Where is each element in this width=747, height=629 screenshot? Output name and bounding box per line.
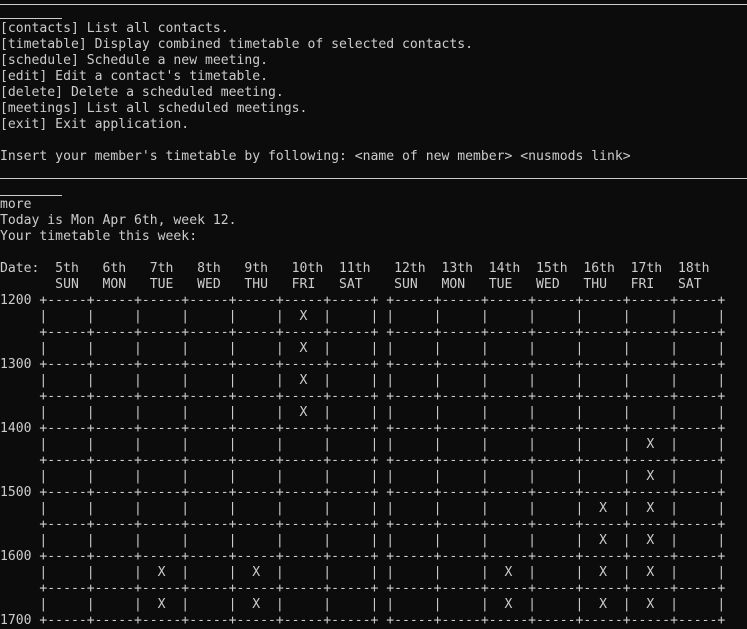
short-divider-2 [0,195,62,196]
timetable-heading: Your timetable this week: [0,229,198,244]
timetable-slot-row: | | | X | | X | | | | | | X | | X | X | … [0,565,726,580]
timetable-hour-row: 1500 +-----+-----+-----+-----+-----+----… [0,485,726,500]
timetable-slot-row: | | | | | | X | | | | | | | | | | [0,341,726,356]
timetable-slot-row: | | | | | | X | | | | | | | | | | [0,373,726,388]
input-prompt: Insert your member's timetable by follow… [0,149,631,164]
timetable-slot-row: | | | | | | X | | | | | | | | | | [0,309,726,324]
timetable-hour-row: +-----+-----+-----+-----+-----+-----+---… [0,581,726,596]
timetable-hour-row: 1400 +-----+-----+-----+-----+-----+----… [0,421,726,436]
timetable-hour-row: 1700 +-----+-----+-----+-----+-----+----… [0,613,726,628]
menu-item-schedule: [schedule] Schedule a new meeting. [0,53,269,68]
middle-divider [0,178,747,179]
timetable-slot-row: | | | | | | | | | | | | | | X | | [0,469,726,484]
menu-item-contacts: [contacts] List all contacts. [0,21,229,36]
terminal-window[interactable]: [contacts] List all contacts. [timetable… [0,0,747,629]
timetable-hour-row: 1300 +-----+-----+-----+-----+-----+----… [0,357,726,372]
timetable-slot-row: | | | | | | | | | | | | | X | X | | [0,501,726,516]
today-line: Today is Mon Apr 6th, week 12. [0,213,237,228]
day-header-row: SUN MON TUE WED THU FRI SAT SUN MON TUE … [0,277,702,292]
short-divider-1 [0,18,62,19]
timetable-hour-row: 1200 +-----+-----+-----+-----+-----+----… [0,293,726,308]
timetable-slot-row: | | | | | | X | | | | | | | | | | [0,405,726,420]
menu-item-delete: [delete] Delete a scheduled meeting. [0,85,284,100]
timetable-hour-row: +-----+-----+-----+-----+-----+-----+---… [0,389,726,404]
top-divider [0,4,747,5]
timetable-hour-row: +-----+-----+-----+-----+-----+-----+---… [0,453,726,468]
timetable-slot-row: | | | | | | | | | | | | | | X | | [0,437,726,452]
timetable-hour-row: +-----+-----+-----+-----+-----+-----+---… [0,325,726,340]
timetable-hour-row: +-----+-----+-----+-----+-----+-----+---… [0,517,726,532]
menu-item-meetings: [meetings] List all scheduled meetings. [0,101,308,116]
menu-item-edit: [edit] Edit a contact's timetable. [0,69,269,84]
timetable-slot-row: | | | | | | | | | | | | | X | X | | [0,533,726,548]
timetable-slot-row: | | | X | | X | | | | | | X | | X | X | … [0,597,726,612]
command-input[interactable]: more [0,197,32,213]
date-header-row: Date: 5th 6th 7th 8th 9th 10th 11th 12th… [0,261,710,276]
timetable-hour-row: 1600 +-----+-----+-----+-----+-----+----… [0,549,726,564]
menu-item-exit: [exit] Exit application. [0,117,190,132]
menu-item-timetable: [timetable] Display combined timetable o… [0,37,473,52]
